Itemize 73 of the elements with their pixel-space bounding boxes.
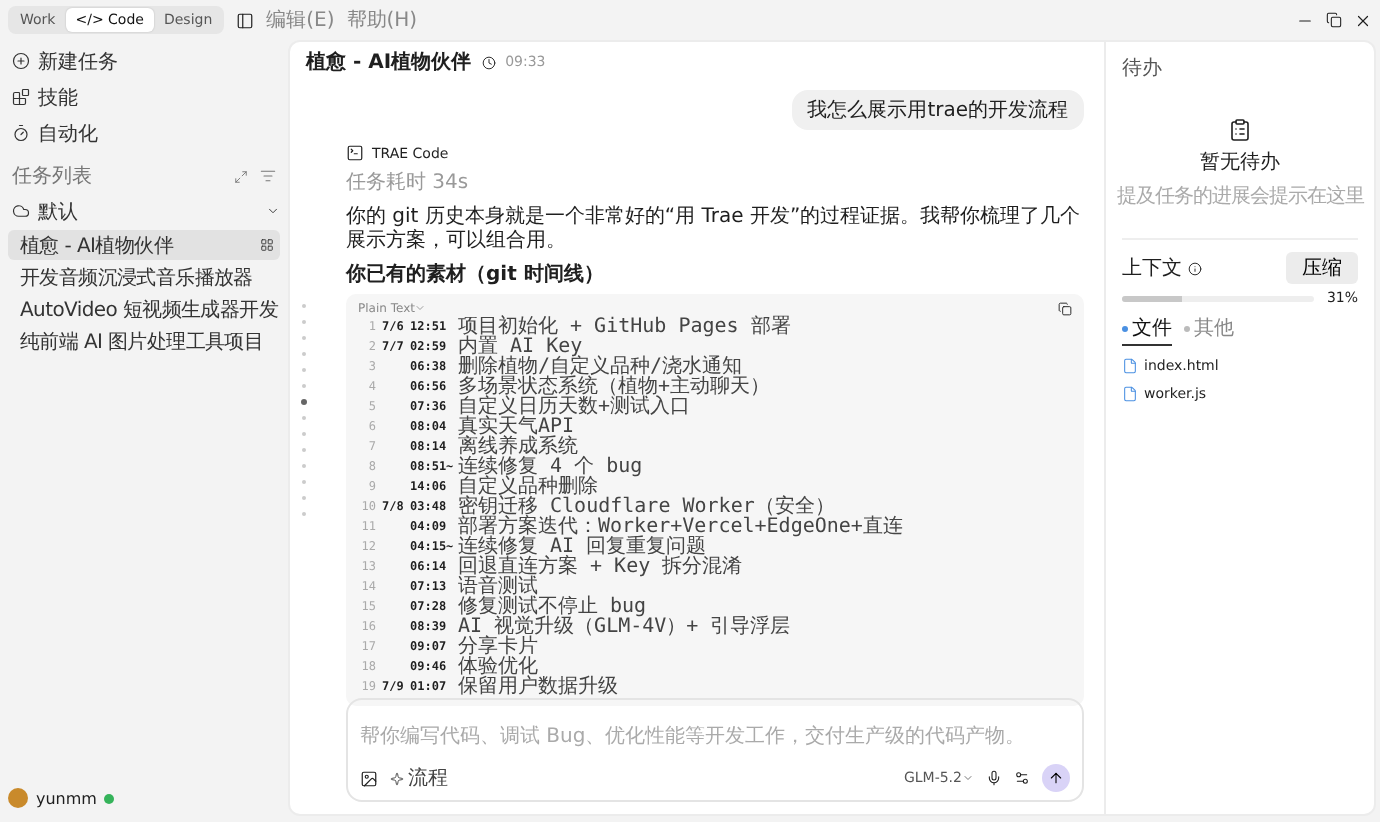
code-text: 内置 AI Key (458, 338, 583, 358)
sidebar-toggle-icon[interactable] (236, 11, 255, 29)
action-label: 新建任务 (38, 49, 118, 75)
code-text: 多场景状态系统（植物+主动聊天） (458, 378, 773, 398)
task-item[interactable]: AutoVideo 短视频生成器开发 (8, 294, 280, 324)
expand-icon[interactable] (234, 169, 248, 183)
code-text: 修复测试不停止 bug (458, 598, 647, 618)
section-heading: 你已有的素材（git 时间线） (346, 261, 606, 288)
sidebar-action[interactable]: 自动化 (8, 116, 280, 150)
terminal-icon (346, 144, 364, 162)
code-text: 回退直连方案 + Key 拆分混淆 (458, 558, 745, 578)
timer-icon (12, 124, 30, 142)
task-duration: 任务耗时 34s (346, 169, 471, 196)
task-item[interactable]: 纯前端 AI 图片处理工具项目 (8, 326, 280, 356)
user-message: 我怎么展示用trae的开发流程 (791, 90, 1084, 130)
group-label: 默认 (38, 199, 80, 225)
context-label: 上下文 (1122, 255, 1182, 282)
empty-hint: 提及任务的进展会提示在这里 (1116, 183, 1364, 210)
code-text: 离线养成系统 (458, 438, 578, 458)
close-icon[interactable] (1354, 11, 1372, 29)
panel-tab[interactable]: 文件 (1122, 314, 1172, 346)
filter-icon[interactable] (260, 168, 276, 184)
image-icon[interactable] (360, 769, 378, 787)
timeline-dots-icon[interactable] (300, 302, 308, 518)
code-text: 项目初始化 + GitHub Pages 部署 (458, 318, 793, 338)
code-text: 自定义日历天数+测试入口 (458, 398, 693, 418)
new-task-icon (12, 52, 30, 70)
sidebar-action[interactable]: 新建任务 (8, 44, 280, 78)
code-text: AI 视觉升级（GLM-4V）+ 引导浮层 (458, 618, 793, 638)
clipboard-icon (1228, 118, 1252, 142)
cloud-icon (12, 202, 30, 220)
mic-icon[interactable] (986, 770, 1002, 786)
sidebar-action[interactable]: 技能 (8, 80, 280, 114)
group-header[interactable]: 默认 (8, 194, 280, 228)
task-item[interactable]: 植愈 - AI植物伙伴 (8, 230, 280, 260)
code-text: 体验优化 (458, 658, 538, 678)
user-name: yunmm (36, 789, 97, 807)
chat-title: 植愈 - AI植物伙伴 (306, 49, 472, 76)
action-label: 自动化 (38, 121, 98, 147)
code-text: 语音测试 (458, 578, 538, 598)
empty-title: 暂无待办 (1200, 149, 1280, 176)
section-title: 任务列表 (12, 163, 94, 190)
panel-title: 待办 (1122, 55, 1162, 82)
code-text: 自定义品种删除 (458, 478, 598, 498)
sparkle-icon (390, 771, 404, 785)
code-text: 密钥迁移 Cloudflare Worker（安全） (458, 498, 835, 518)
chevron-down-icon (414, 302, 427, 314)
info-icon (1188, 261, 1202, 275)
grid-icon[interactable] (260, 238, 274, 252)
code-text: 连续修复 AI 回复重复问题 (458, 538, 707, 558)
code-text: 部署方案迭代：Worker+Vercel+EdgeOne+直连 (458, 518, 905, 538)
send-button[interactable] (1042, 764, 1070, 792)
blocks-icon (12, 88, 30, 106)
file-icon (1122, 386, 1138, 402)
settings-icon[interactable] (1014, 770, 1030, 786)
code-text: 保留用户数据升级 (458, 678, 620, 698)
code-text: 分享卡片 (458, 638, 540, 658)
restore-icon[interactable] (1326, 12, 1342, 28)
compress-button[interactable]: 压缩 (1286, 252, 1358, 284)
answer-paragraph: 你的 git 历史本身就是一个非常好的“用 Trae 开发”的过程证据。我帮你梳理了几个展示方案，可以组合用。 (346, 206, 1083, 254)
code-text: 真实天气API (458, 418, 575, 438)
file-icon (1122, 358, 1138, 374)
arrow-up-icon (1048, 770, 1064, 786)
mode-chip[interactable]: 流程 (390, 764, 448, 792)
code-text: 删除植物/自定义品种/浇水通知 (458, 358, 743, 378)
panel-tab[interactable]: 其他 (1184, 314, 1234, 346)
chevron-down-icon (962, 772, 974, 784)
task-item[interactable]: 开发音频沉浸式音乐播放器 (8, 262, 280, 292)
avatar[interactable] (8, 788, 28, 808)
action-label: 技能 (38, 85, 78, 111)
clock-icon (481, 55, 496, 69)
copy-icon[interactable] (1058, 301, 1072, 315)
code-text: 连续修复 4 个 bug (458, 458, 645, 478)
